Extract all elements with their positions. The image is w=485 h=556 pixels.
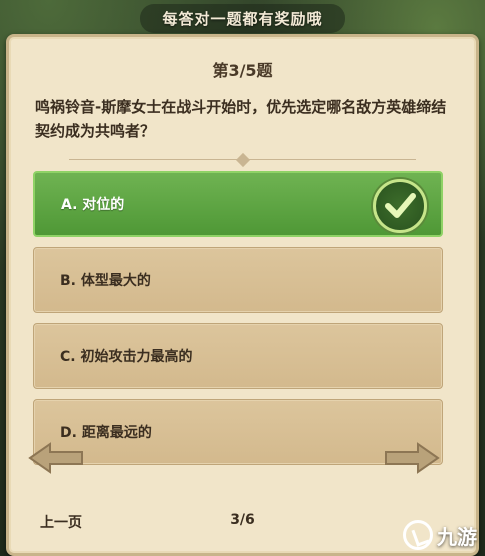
ornament-divider [69, 152, 416, 168]
arrow-right-icon[interactable] [382, 438, 442, 498]
reward-banner: 每答对一题都有奖励哦 [0, 0, 485, 36]
option-b[interactable]: B. 体型最大的 [33, 247, 443, 313]
arrow-left-icon[interactable] [26, 438, 86, 498]
option-label: A. 对位的 [61, 197, 125, 213]
question-text: 鸣祸铃音-斯摩女士在战斗开始时，优先选定哪名敌方英雄缔结契约成为共鸣者？ [35, 98, 447, 140]
question-number: 第3/5题 [212, 61, 273, 80]
option-c[interactable]: C. 初始攻击力最高的 [33, 323, 443, 389]
option-label: C. 初始攻击力最高的 [60, 349, 193, 365]
watermark-text: 九游 [437, 524, 477, 549]
logo-icon [403, 520, 433, 550]
banner-text: 每答对一题都有奖励哦 [140, 3, 345, 33]
checkmark-icon [373, 179, 427, 233]
option-label: B. 体型最大的 [60, 273, 151, 289]
watermark-logo: 九游 [403, 520, 477, 550]
option-a[interactable]: A. 对位的 [33, 171, 443, 237]
